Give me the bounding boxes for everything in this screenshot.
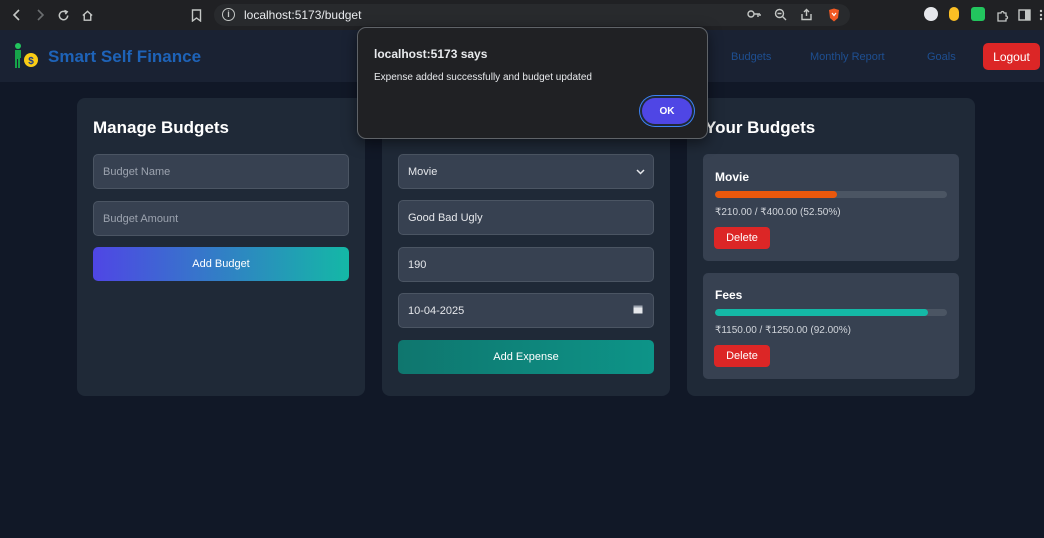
calendar-icon[interactable] — [633, 304, 643, 317]
menu-icon[interactable] — [1031, 5, 1044, 25]
nav-goals[interactable]: Goals — [927, 51, 956, 63]
manage-budgets-card: Manage Budgets Budget Name Budget Amount… — [77, 98, 365, 396]
category-value: Movie — [408, 165, 438, 178]
home-icon[interactable] — [77, 5, 97, 25]
budget-item: Fees ₹1150.00 / ₹1250.00 (92.00%) Delete — [703, 273, 959, 379]
budget-amount-input[interactable]: Budget Amount — [93, 201, 349, 236]
expense-date-input[interactable]: 10-04-2025 — [398, 293, 654, 328]
budget-name-input[interactable]: Budget Name — [93, 154, 349, 189]
chevron-down-icon — [636, 166, 645, 178]
back-icon[interactable] — [7, 5, 27, 25]
expense-amount-input[interactable]: 190 — [398, 247, 654, 282]
budget-item-amount: ₹1150.00 / ₹1250.00 (92.00%) — [715, 325, 851, 336]
date-value: 10-04-2025 — [408, 304, 465, 317]
forward-icon[interactable] — [30, 5, 50, 25]
reload-icon[interactable] — [53, 5, 73, 25]
nav-budgets[interactable]: Budgets — [731, 51, 771, 63]
budget-progress-bar — [715, 191, 947, 198]
delete-budget-button[interactable]: Delete — [714, 345, 770, 367]
brand-title[interactable]: Smart Self Finance — [48, 47, 201, 67]
dialog-ok-button[interactable]: OK — [642, 98, 692, 124]
site-info-icon[interactable]: i — [222, 8, 235, 21]
browser-toolbar: i localhost:5173/budget — [0, 0, 1044, 30]
expense-description-input[interactable]: Good Bad Ugly — [398, 200, 654, 235]
manage-budgets-title: Manage Budgets — [93, 118, 230, 137]
zoom-icon[interactable] — [772, 8, 788, 22]
delete-budget-button[interactable]: Delete — [714, 227, 770, 249]
extension-icon[interactable] — [949, 7, 959, 21]
key-icon[interactable] — [746, 8, 762, 22]
address-bar[interactable]: i localhost:5173/budget — [214, 4, 850, 26]
alert-dialog: localhost:5173 says Expense added succes… — [357, 27, 708, 139]
logout-button[interactable]: Logout — [983, 43, 1040, 70]
extension-icon[interactable] — [924, 7, 938, 21]
nav-monthly-report[interactable]: Monthly Report — [810, 51, 885, 63]
brave-shield-icon[interactable] — [826, 8, 842, 22]
your-budgets-card: Your Budgets Movie ₹210.00 / ₹400.00 (52… — [687, 98, 975, 396]
budget-progress-fill — [715, 309, 929, 316]
extension-icon[interactable] — [971, 7, 985, 21]
svg-text:$: $ — [28, 56, 34, 67]
add-expense-card: Movie Good Bad Ugly 190 10-04-2025 Add E… — [382, 98, 670, 396]
budget-progress-bar — [715, 309, 947, 316]
dialog-message: Expense added successfully and budget up… — [374, 72, 592, 83]
bookmark-icon[interactable] — [186, 5, 206, 25]
budget-item-amount: ₹210.00 / ₹400.00 (52.50%) — [715, 207, 841, 218]
category-select[interactable]: Movie — [398, 154, 654, 189]
budget-item-name: Movie — [715, 170, 750, 184]
budget-item-name: Fees — [715, 288, 743, 302]
budget-progress-fill — [715, 191, 837, 198]
puzzle-icon[interactable] — [992, 5, 1012, 25]
budget-item: Movie ₹210.00 / ₹400.00 (52.50%) Delete — [703, 154, 959, 261]
add-expense-button[interactable]: Add Expense — [398, 340, 654, 374]
dialog-title: localhost:5173 says — [374, 47, 488, 61]
logo-icon: $ — [12, 42, 40, 75]
address-url[interactable]: localhost:5173/budget — [244, 8, 361, 22]
your-budgets-title: Your Budgets — [705, 118, 816, 137]
add-budget-button[interactable]: Add Budget — [93, 247, 349, 281]
share-icon[interactable] — [798, 8, 814, 22]
